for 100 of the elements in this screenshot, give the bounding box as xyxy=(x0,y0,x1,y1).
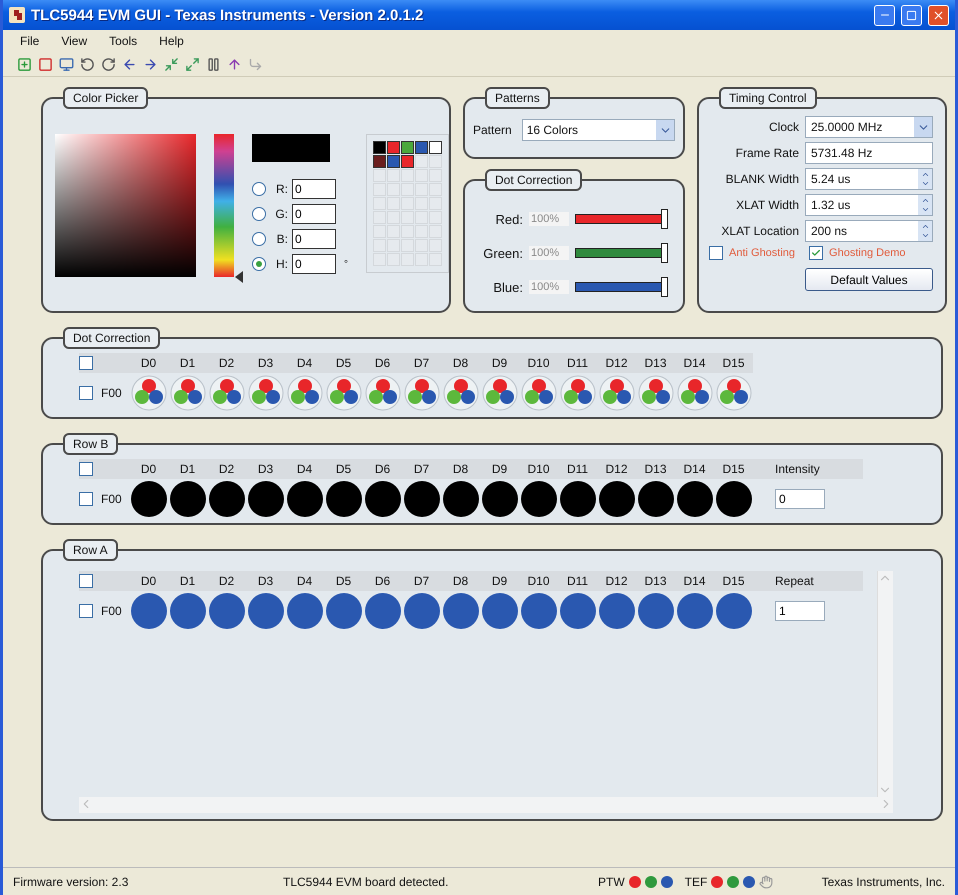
minimize-button[interactable] xyxy=(874,4,895,26)
color-swatch[interactable] xyxy=(415,141,428,154)
led-dot[interactable] xyxy=(482,481,518,517)
value-field[interactable]: 0 xyxy=(775,489,825,509)
maximize-button[interactable] xyxy=(901,4,922,26)
color-swatch[interactable] xyxy=(401,155,414,168)
channel-label: B: xyxy=(276,232,288,246)
led-dot[interactable] xyxy=(130,481,166,517)
color-swatch[interactable] xyxy=(429,141,442,154)
menu-item[interactable]: File xyxy=(11,32,48,50)
spin-field[interactable]: 5.24 us xyxy=(805,168,933,190)
color-swatch[interactable] xyxy=(387,155,400,168)
radio-button[interactable] xyxy=(252,232,266,246)
hue-bar[interactable] xyxy=(214,134,234,277)
led-dot[interactable] xyxy=(676,481,712,517)
slider[interactable] xyxy=(575,277,671,297)
spin-down-icon[interactable] xyxy=(920,231,930,240)
channel-field[interactable]: 0 xyxy=(292,204,336,224)
spin-up-icon[interactable] xyxy=(920,170,930,179)
hue-pointer[interactable] xyxy=(235,271,243,283)
menu-item[interactable]: Tools xyxy=(100,32,146,50)
stop-icon[interactable] xyxy=(38,56,53,72)
slider-thumb[interactable] xyxy=(661,243,668,263)
color-swatch[interactable] xyxy=(387,141,400,154)
led-dot[interactable] xyxy=(286,593,322,629)
row-checkbox[interactable] xyxy=(79,386,93,400)
close-button[interactable] xyxy=(928,4,949,26)
channel-field[interactable]: 0 xyxy=(292,179,336,199)
led-dot[interactable] xyxy=(404,593,440,629)
led-dot[interactable] xyxy=(248,481,284,517)
row-checkbox[interactable] xyxy=(79,604,93,618)
radio-button[interactable] xyxy=(252,257,266,271)
channel-field[interactable]: 0 xyxy=(292,229,336,249)
led-dot[interactable] xyxy=(442,481,478,517)
redo-icon[interactable] xyxy=(101,56,116,72)
text-field[interactable]: 5731.48 Hz xyxy=(805,142,933,164)
led-dot[interactable] xyxy=(364,593,400,629)
spin-field[interactable]: 200 ns xyxy=(805,220,933,242)
led-dot[interactable] xyxy=(286,481,322,517)
row-checkbox[interactable] xyxy=(79,492,93,506)
slider-reading: 100% xyxy=(529,280,569,294)
led-dot[interactable] xyxy=(638,593,674,629)
led-dot[interactable] xyxy=(404,481,440,517)
pattern-dropdown[interactable]: 16 Colors xyxy=(522,119,675,141)
color-swatch[interactable] xyxy=(373,155,386,168)
led-dot[interactable] xyxy=(364,481,400,517)
color-swatch[interactable] xyxy=(401,141,414,154)
led-dot[interactable] xyxy=(520,481,556,517)
led-dot[interactable] xyxy=(170,481,206,517)
column-header: D15 xyxy=(721,356,746,370)
add-icon[interactable] xyxy=(17,56,32,72)
pause-icon[interactable] xyxy=(206,56,221,72)
color-swatch[interactable] xyxy=(373,141,386,154)
radio-button[interactable] xyxy=(252,207,266,221)
led-dot[interactable] xyxy=(560,593,596,629)
select-all-checkbox[interactable] xyxy=(79,356,93,370)
default-values-button[interactable]: Default Values xyxy=(805,268,933,291)
select-all-checkbox[interactable] xyxy=(79,462,93,476)
led-dot[interactable] xyxy=(208,481,244,517)
monitor-icon[interactable] xyxy=(59,56,74,72)
slider[interactable] xyxy=(575,243,671,263)
led-dot[interactable] xyxy=(676,593,712,629)
radio-button[interactable] xyxy=(252,182,266,196)
led-dot[interactable] xyxy=(638,481,674,517)
checkbox[interactable] xyxy=(809,246,824,260)
led-dot[interactable] xyxy=(716,593,752,629)
led-dot[interactable] xyxy=(482,593,518,629)
expand-icon[interactable] xyxy=(185,56,200,72)
spin-up-icon[interactable] xyxy=(920,222,930,231)
led-dot[interactable] xyxy=(170,593,206,629)
slider-thumb[interactable] xyxy=(661,277,668,297)
led-dot[interactable] xyxy=(598,593,634,629)
led-dot[interactable] xyxy=(326,593,362,629)
led-dot[interactable] xyxy=(326,481,362,517)
slider-thumb[interactable] xyxy=(661,209,668,229)
led-dot[interactable] xyxy=(560,481,596,517)
checkbox[interactable] xyxy=(709,246,723,260)
led-dot[interactable] xyxy=(208,593,244,629)
spin-down-icon[interactable] xyxy=(920,205,930,214)
led-dot[interactable] xyxy=(248,593,284,629)
spin-field[interactable]: 1.32 us xyxy=(805,194,933,216)
saturation-square[interactable] xyxy=(55,134,196,277)
menu-item[interactable]: Help xyxy=(150,32,193,50)
led-dot[interactable] xyxy=(442,593,478,629)
led-dot[interactable] xyxy=(520,593,556,629)
right-arrow-icon[interactable] xyxy=(143,56,158,72)
spin-down-icon[interactable] xyxy=(920,179,930,188)
menu-item[interactable]: View xyxy=(52,32,96,50)
undo-icon[interactable] xyxy=(80,56,95,72)
spin-up-icon[interactable] xyxy=(920,196,930,205)
select-all-checkbox[interactable] xyxy=(79,574,93,588)
clock-dropdown[interactable]: 25.0000 MHz xyxy=(805,116,933,138)
column-header: D1 xyxy=(178,356,196,370)
led-dot[interactable] xyxy=(716,481,752,517)
collapse-icon[interactable] xyxy=(164,56,179,72)
value-field[interactable]: 1 xyxy=(775,601,825,621)
slider[interactable] xyxy=(575,209,671,229)
led-dot[interactable] xyxy=(598,481,634,517)
channel-field[interactable]: 0 xyxy=(292,254,336,274)
led-dot[interactable] xyxy=(130,593,166,629)
